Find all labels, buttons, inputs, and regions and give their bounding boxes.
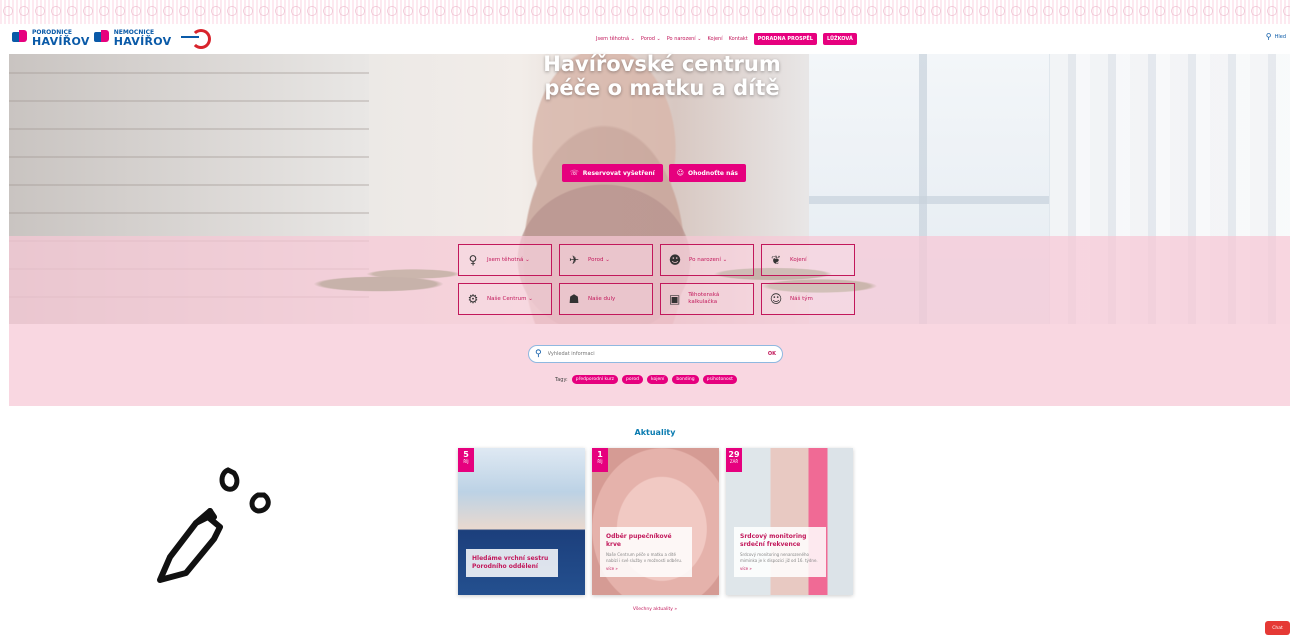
news-section-title: Aktuality xyxy=(634,428,676,437)
tag-item[interactable]: porod xyxy=(622,375,644,384)
news-card-excerpt: Naše Centrum péče o matku a dítě nabízí … xyxy=(606,552,683,563)
nav-item-porod[interactable]: Porod ⌄ xyxy=(641,36,661,42)
rate-us-label: Ohodnoťte nás xyxy=(688,169,738,177)
nav-item-po-narozeni[interactable]: Po narození ⌄ xyxy=(667,36,702,42)
news-date-month: ŘÍJ xyxy=(463,459,469,464)
tile-porod[interactable]: ✈ Porod ⌄ xyxy=(559,244,653,276)
partner-logo-icon xyxy=(181,29,212,49)
news-card-title[interactable]: Srdcový monitoring srdeční frekvence xyxy=(740,533,820,549)
search-input[interactable] xyxy=(547,351,762,357)
all-news-link[interactable]: Všechny aktuality » xyxy=(620,607,690,612)
tile-label: Jsem těhotná ⌄ xyxy=(487,256,530,263)
news-date-badge: 29 ZÁŘ xyxy=(726,448,742,472)
doula-icon: ☗ xyxy=(568,292,580,306)
tile-nas-tym[interactable]: ☺ Náš tým xyxy=(761,283,855,315)
calendar-icon: ☏ xyxy=(570,169,579,177)
tile-jsem-tehotna[interactable]: ♀ Jsem těhotná ⌄ xyxy=(458,244,552,276)
site-logo[interactable]: PORODNICE HAVÍŘOV NEMOCNICE HAVÍŘOV xyxy=(12,28,212,49)
stork-icon: ✈ xyxy=(568,253,580,267)
chat-button[interactable]: Chat xyxy=(1265,621,1290,635)
search-icon: ⚲ xyxy=(1265,32,1272,41)
hero-title: Havířovské centrum péče o matku a dítě xyxy=(532,52,792,100)
nemocnice-logo-icon xyxy=(93,30,110,44)
reserve-exam-button[interactable]: ☏ Reservovat vyšetření xyxy=(562,164,663,182)
tag-item[interactable]: psihotonost xyxy=(702,375,737,384)
main-search-bar: ⚲ OK xyxy=(528,345,783,363)
hero-title-line1: Havířovské centrum xyxy=(543,52,781,76)
site-header: PORODNICE HAVÍŘOV NEMOCNICE HAVÍŘOV Jsem… xyxy=(0,24,1290,54)
team-icon: ☺ xyxy=(769,292,783,306)
gear-icon: ⚙ xyxy=(467,292,479,306)
news-date-badge: 1 ŘÍJ xyxy=(592,448,608,472)
pregnant-icon: ♀ xyxy=(468,253,478,267)
tile-nase-centrum[interactable]: ⚙ Naše Centrum ⌄ xyxy=(458,283,552,315)
search-ok-button[interactable]: OK xyxy=(768,351,776,357)
tile-nase-duly[interactable]: ☗ Naše duly xyxy=(559,283,653,315)
news-card-overlay: Hledáme vrchní sestru Porodního oddělení xyxy=(466,549,558,577)
news-date-day: 1 xyxy=(597,450,603,459)
news-card-overlay: Odběr pupečníkové krve Naše Centrum péče… xyxy=(600,527,692,577)
decorative-top-strip xyxy=(0,0,1290,24)
news-card-excerpt: Srdcový monitoring nenarozeného miminka … xyxy=(740,552,818,563)
hero-title-line2: péče o matku a dítě xyxy=(544,76,780,100)
tag-list: Tagy: předporodní kurz porod kojení bond… xyxy=(555,375,737,384)
breastfeeding-icon: ❦ xyxy=(770,253,782,267)
ampoule-illustration xyxy=(157,467,271,583)
tag-item[interactable]: předporodní kurz xyxy=(571,375,619,384)
news-date-month: ZÁŘ xyxy=(729,459,739,464)
news-card-more-link[interactable]: více » xyxy=(606,566,686,571)
tile-kojeni[interactable]: ❦ Kojení xyxy=(761,244,855,276)
news-card[interactable]: 29 ZÁŘ Srdcový monitoring srdeční frekve… xyxy=(726,448,853,595)
news-date-badge: 5 ŘÍJ xyxy=(458,448,474,472)
header-search-button[interactable]: ⚲ Hled xyxy=(1266,32,1286,41)
tile-label: Naše duly xyxy=(588,295,616,302)
decorative-rings xyxy=(0,4,1290,18)
nav-item-kojeni[interactable]: Kojení xyxy=(707,36,722,42)
news-card-overlay: Srdcový monitoring srdeční frekvence Srd… xyxy=(734,527,826,577)
baby-icon: ☻ xyxy=(668,253,682,267)
header-search-label: Hled xyxy=(1274,33,1286,40)
news-cards: 5 ŘÍJ Hledáme vrchní sestru Porodního od… xyxy=(458,448,853,595)
tile-label: Porod ⌄ xyxy=(588,256,610,263)
droplet-icon xyxy=(219,467,271,514)
nav-item-jsem-tehotna[interactable]: Jsem těhotná ⌄ xyxy=(596,36,635,42)
tile-tehotenska-kalkulacka[interactable]: ▣ Těhotenská kalkulačka xyxy=(660,283,754,315)
tile-po-narozeni[interactable]: ☻ Po narození ⌄ xyxy=(660,244,754,276)
news-card-title[interactable]: Hledáme vrchní sestru Porodního oddělení xyxy=(472,555,552,571)
tag-item[interactable]: bonding xyxy=(672,375,699,384)
tags-label: Tagy: xyxy=(555,376,568,383)
tile-label: Náš tým xyxy=(790,295,813,302)
news-card-title[interactable]: Odběr pupečníkové krve xyxy=(606,533,686,549)
news-card[interactable]: 1 ŘÍJ Odběr pupečníkové krve Naše Centru… xyxy=(592,448,719,595)
tile-label: Kojení xyxy=(790,256,807,263)
news-card-more-link[interactable]: více » xyxy=(740,566,820,571)
logo-right-big: HAVÍŘOV xyxy=(113,35,172,48)
nav-item-kontakt[interactable]: Kontakt xyxy=(729,36,748,42)
news-date-day: 29 xyxy=(728,450,740,459)
main-nav: Jsem těhotná ⌄ Porod ⌄ Po narození ⌄ Koj… xyxy=(596,33,857,45)
tile-label: Po narození ⌄ xyxy=(689,256,728,263)
tag-item[interactable]: kojení xyxy=(647,375,669,384)
rate-us-button[interactable]: ☺ Ohodnoťte nás xyxy=(668,164,746,182)
smile-icon: ☺ xyxy=(676,169,685,177)
news-date-day: 5 xyxy=(463,450,469,459)
ampoule-icon xyxy=(157,508,223,583)
hero-buttons: ☏ Reservovat vyšetření ☺ Ohodnoťte nás xyxy=(562,164,746,182)
tile-label: Těhotenská kalkulačka xyxy=(688,292,720,305)
porodnice-logo-icon xyxy=(12,30,28,44)
reserve-exam-label: Reservovat vyšetření xyxy=(582,169,655,177)
nav-pill-poradna[interactable]: PORADNA PROSPĚL xyxy=(753,33,817,45)
quick-links-grid: ♀ Jsem těhotná ⌄ ✈ Porod ⌄ ☻ Po narození ⌄ … xyxy=(458,244,855,315)
search-icon: ⚲ xyxy=(535,349,542,359)
tile-label: Naše Centrum ⌄ xyxy=(487,295,533,302)
news-card[interactable]: 5 ŘÍJ Hledáme vrchní sestru Porodního od… xyxy=(458,448,585,595)
news-date-month: ŘÍJ xyxy=(597,459,603,464)
nav-pill-luzkova[interactable]: LŮŽKOVÁ xyxy=(822,33,857,45)
calculator-icon: ▣ xyxy=(668,292,681,306)
logo-left-big: HAVÍŘOV xyxy=(32,35,90,48)
